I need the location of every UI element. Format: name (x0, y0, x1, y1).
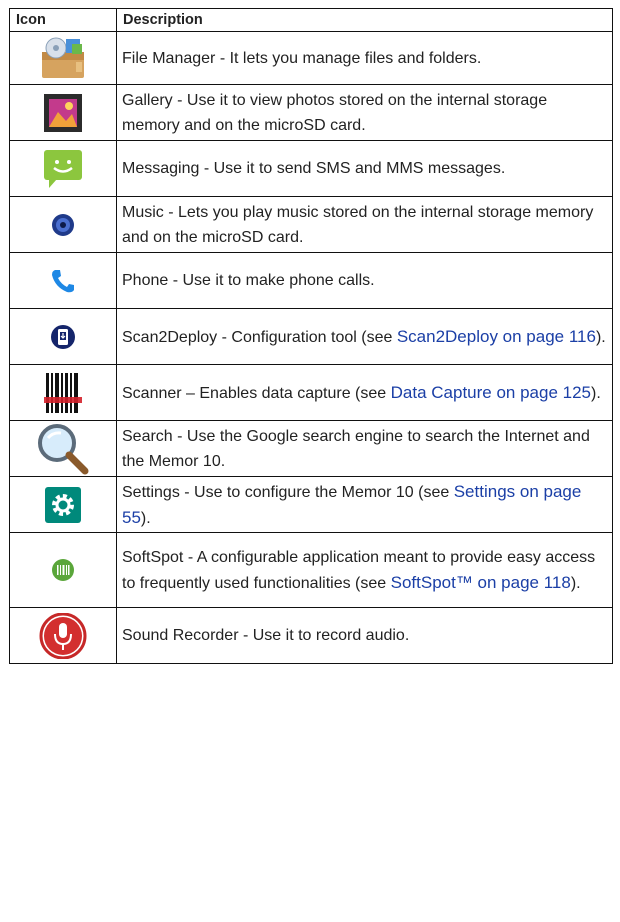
softspot-icon (51, 558, 75, 582)
description-text: Scanner – Enables data capture (see (122, 384, 391, 402)
description-cell: Gallery - Use it to view photos stored o… (116, 84, 613, 141)
header-icon: Icon (9, 8, 117, 32)
music-icon (51, 213, 75, 237)
messaging-icon (43, 149, 83, 189)
icon-cell (9, 140, 117, 197)
description-cell: SoftSpot - A configurable application me… (116, 532, 613, 608)
search-icon (35, 422, 91, 476)
description-text: File Manager - It lets you manage files … (122, 49, 482, 67)
phone-icon (51, 268, 75, 294)
scan2deploy-icon (50, 324, 76, 350)
icon-cell (9, 84, 117, 141)
table-row: Music - Lets you play music stored on th… (9, 196, 613, 253)
description-text: ). (570, 574, 581, 592)
icon-cell (9, 364, 117, 421)
icon-cell (9, 607, 117, 664)
description-cell: Phone - Use it to make phone calls. (116, 252, 613, 309)
table-row: Messaging - Use it to send SMS and MMS m… (9, 140, 613, 197)
apps-table: Icon Description File Manager - It lets … (9, 8, 613, 664)
table-row: Scanner – Enables data capture (see Data… (9, 364, 613, 421)
description-text: Gallery - Use it to view photos stored o… (122, 91, 548, 134)
description-text: Search - Use the Google search engine to… (122, 427, 590, 470)
description-cell: Messaging - Use it to send SMS and MMS m… (116, 140, 613, 197)
description-text: Scan2Deploy - Configuration tool (see (122, 328, 397, 346)
icon-cell (9, 308, 117, 365)
description-text: ). (591, 384, 601, 402)
description-cell: Music - Lets you play music stored on th… (116, 196, 613, 253)
description-cell: Scan2Deploy - Configuration tool (see Sc… (116, 308, 613, 365)
table-row: File Manager - It lets you manage files … (9, 31, 613, 85)
description-cell: File Manager - It lets you manage files … (116, 31, 613, 85)
cross-reference-link[interactable]: Scan2Deploy on page 116 (397, 327, 596, 346)
scanner-icon (44, 371, 82, 415)
cross-reference-link[interactable]: SoftSpot™ on page 118 (391, 573, 571, 592)
description-cell: Search - Use the Google search engine to… (116, 420, 613, 477)
gallery-icon (44, 93, 82, 132)
table-row: Settings - Use to configure the Memor 10… (9, 476, 613, 533)
icon-cell (9, 196, 117, 253)
icon-cell (9, 420, 117, 477)
description-text: ). (140, 509, 151, 527)
table-row: Sound Recorder - Use it to record audio. (9, 607, 613, 664)
cross-reference-link[interactable]: Data Capture on page 125 (391, 383, 591, 402)
icon-cell (9, 476, 117, 533)
table-row: Gallery - Use it to view photos stored o… (9, 84, 613, 141)
table-header-row: Icon Description (9, 8, 613, 32)
table-row: SoftSpot - A configurable application me… (9, 532, 613, 608)
settings-icon (45, 486, 81, 523)
description-text: Sound Recorder - Use it to record audio. (122, 627, 410, 644)
file-manager-icon (38, 36, 88, 80)
description-text: Messaging - Use it to send SMS and MMS m… (122, 160, 506, 177)
icon-cell (9, 252, 117, 309)
sound-recorder-icon (38, 612, 88, 659)
table-row: Search - Use the Google search engine to… (9, 420, 613, 477)
description-text: Settings - Use to configure the Memor 10… (122, 483, 454, 501)
table-row: Phone - Use it to make phone calls. (9, 252, 613, 309)
description-text: Phone - Use it to make phone calls. (122, 272, 375, 289)
description-text: Music - Lets you play music stored on th… (122, 203, 594, 246)
icon-cell (9, 31, 117, 85)
description-cell: Scanner – Enables data capture (see Data… (116, 364, 613, 421)
description-cell: Settings - Use to configure the Memor 10… (116, 476, 613, 533)
table-row: Scan2Deploy - Configuration tool (see Sc… (9, 308, 613, 365)
description-text: ). (595, 328, 606, 346)
header-description: Description (116, 8, 613, 32)
icon-cell (9, 532, 117, 608)
description-cell: Sound Recorder - Use it to record audio. (116, 607, 613, 664)
